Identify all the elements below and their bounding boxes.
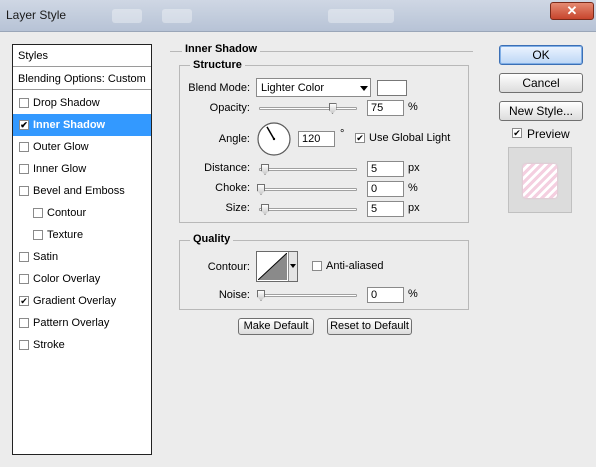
style-item-label: Drop Shadow <box>33 97 100 109</box>
angle-label: Angle: <box>218 133 250 145</box>
angle-unit: ° <box>340 128 345 140</box>
preview-label: Preview <box>527 127 570 141</box>
style-item-checkbox[interactable] <box>33 230 43 240</box>
style-item-checkbox[interactable] <box>19 296 29 306</box>
style-item-satin[interactable]: Satin <box>13 246 151 268</box>
contour-picker[interactable] <box>256 251 298 282</box>
anti-aliased-label: Anti-aliased <box>326 260 384 272</box>
contour-label: Contour: <box>207 261 250 273</box>
contour-linear-icon <box>258 253 287 280</box>
style-item-color-overlay[interactable]: Color Overlay <box>13 268 151 290</box>
quality-title: Quality <box>190 233 234 245</box>
style-item-contour[interactable]: Contour <box>13 202 151 224</box>
style-item-label: Gradient Overlay <box>33 295 117 307</box>
blending-options-item[interactable]: Blending Options: Custom <box>13 68 151 90</box>
style-item-label: Contour <box>47 207 87 219</box>
style-item-bevel-and-emboss[interactable]: Bevel and Emboss <box>13 180 151 202</box>
size-unit: px <box>408 202 420 214</box>
chevron-down-icon <box>360 86 368 91</box>
choke-slider-track[interactable] <box>259 188 357 191</box>
style-item-label: Texture <box>47 229 84 241</box>
new-style-button[interactable]: New Style... <box>499 101 583 121</box>
opacity-label: Opacity: <box>209 102 250 114</box>
make-default-button[interactable]: Make Default <box>238 318 314 335</box>
opacity-unit: % <box>408 101 418 113</box>
inner-shadow-title-rule-right <box>263 51 473 52</box>
style-item-inner-shadow[interactable]: Inner Shadow <box>13 114 151 136</box>
title-bar[interactable]: Layer Style ✕ <box>0 0 596 32</box>
style-item-checkbox[interactable] <box>19 318 29 328</box>
styles-header[interactable]: Styles <box>13 45 151 67</box>
opacity-input[interactable]: 75 <box>367 100 404 116</box>
style-item-checkbox[interactable] <box>19 186 29 196</box>
size-slider-track[interactable] <box>259 208 357 211</box>
noise-slider-track[interactable] <box>259 294 357 297</box>
size-input[interactable]: 5 <box>367 201 404 217</box>
close-icon: ✕ <box>566 3 578 18</box>
style-item-label: Color Overlay <box>33 273 101 285</box>
inner-shadow-title: Inner Shadow <box>182 43 261 55</box>
style-item-checkbox[interactable] <box>19 274 29 284</box>
style-item-checkbox[interactable] <box>33 208 43 218</box>
style-item-inner-glow[interactable]: Inner Glow <box>13 158 151 180</box>
blend-mode-select[interactable]: Lighter Color <box>256 78 371 97</box>
close-button[interactable]: ✕ <box>550 2 594 20</box>
style-item-checkbox[interactable] <box>19 98 29 108</box>
style-item-checkbox[interactable] <box>19 142 29 152</box>
distance-input[interactable]: 5 <box>367 161 404 177</box>
distance-unit: px <box>408 162 420 174</box>
use-global-light-label: Use Global Light <box>369 132 451 144</box>
contour-dropdown[interactable] <box>288 252 297 281</box>
style-item-drop-shadow[interactable]: Drop Shadow <box>13 92 151 114</box>
preview-checkbox[interactable] <box>512 128 522 138</box>
style-item-label: Pattern Overlay <box>33 317 110 329</box>
style-preview-box <box>508 147 572 213</box>
style-preview-swatch <box>523 164 557 198</box>
noise-input[interactable]: 0 <box>367 287 404 303</box>
style-item-checkbox[interactable] <box>19 164 29 174</box>
blend-mode-value: Lighter Color <box>261 82 324 94</box>
style-item-checkbox[interactable] <box>19 252 29 262</box>
reset-to-default-button[interactable]: Reset to Default <box>327 318 412 335</box>
blend-mode-label: Blend Mode: <box>188 82 250 94</box>
style-item-label: Bevel and Emboss <box>33 185 125 197</box>
style-item-pattern-overlay[interactable]: Pattern Overlay <box>13 312 151 334</box>
chevron-down-icon <box>290 264 296 268</box>
shadow-color-swatch[interactable] <box>377 80 407 96</box>
angle-input[interactable]: 120 <box>298 131 335 147</box>
background-toolbar-ghost <box>162 9 192 23</box>
style-item-label: Satin <box>33 251 59 263</box>
background-toolbar-ghost <box>112 9 142 23</box>
style-item-texture[interactable]: Texture <box>13 224 151 246</box>
structure-title: Structure <box>190 59 245 71</box>
use-global-light-checkbox[interactable] <box>355 133 365 143</box>
opacity-slider-track[interactable] <box>259 107 357 110</box>
style-item-checkbox[interactable] <box>19 120 29 130</box>
angle-dial[interactable] <box>256 121 292 157</box>
size-label: Size: <box>225 202 250 214</box>
style-item-outer-glow[interactable]: Outer Glow <box>13 136 151 158</box>
distance-slider-track[interactable] <box>259 168 357 171</box>
background-toolbar-ghost <box>328 9 394 23</box>
choke-label: Choke: <box>215 182 250 194</box>
ok-button[interactable]: OK <box>499 45 583 65</box>
anti-aliased-checkbox[interactable] <box>312 261 322 271</box>
noise-unit: % <box>408 288 418 300</box>
cancel-button[interactable]: Cancel <box>499 73 583 93</box>
style-item-label: Inner Glow <box>33 163 87 175</box>
style-item-gradient-overlay[interactable]: Gradient Overlay <box>13 290 151 312</box>
window-title: Layer Style <box>6 8 67 22</box>
style-item-label: Inner Shadow <box>33 119 106 131</box>
choke-input[interactable]: 0 <box>367 181 404 197</box>
distance-label: Distance: <box>204 162 250 174</box>
style-item-label: Outer Glow <box>33 141 89 153</box>
styles-list: Styles Blending Options: Custom Drop Sha… <box>12 44 152 455</box>
style-item-checkbox[interactable] <box>19 340 29 350</box>
style-item-stroke[interactable]: Stroke <box>13 334 151 356</box>
noise-label: Noise: <box>218 289 250 301</box>
style-item-label: Stroke <box>33 339 65 351</box>
choke-unit: % <box>408 182 418 194</box>
